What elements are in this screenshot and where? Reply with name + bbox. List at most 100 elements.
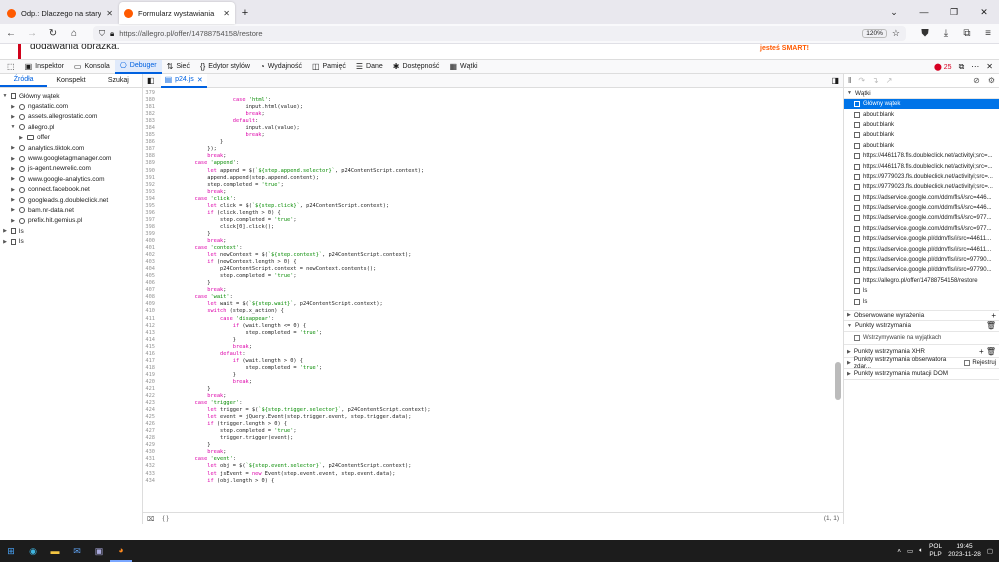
thread-item[interactable]: Główny wątek — [844, 99, 999, 110]
line-number[interactable]: 401 — [143, 245, 169, 252]
tree-item[interactable]: ▶ analytics.tiktok.com — [0, 143, 142, 153]
reload-icon[interactable]: ↻ — [46, 28, 60, 39]
collapsed-arrow-icon[interactable]: ▶ — [10, 114, 16, 120]
tree-item[interactable]: ▶ prefix.hit.gemius.pl — [0, 216, 142, 226]
tool-storage[interactable]: ☰ Dane — [351, 60, 388, 74]
code-line[interactable]: 409 let wait = $(`${step.wait}`, p24Cont… — [143, 301, 843, 308]
collapsed-arrow-icon[interactable]: ▶ — [2, 228, 8, 234]
thread-item[interactable]: https://9779023.fls.doubleclick.net/acti… — [844, 182, 999, 192]
code-line[interactable]: 419 } — [143, 372, 843, 379]
line-number[interactable]: 388 — [143, 153, 169, 160]
breakpoints-header[interactable]: ▼ Punkty wstrzymania 🗑︎ — [844, 321, 999, 332]
new-tab-button[interactable]: + — [236, 2, 254, 24]
line-number[interactable]: 387 — [143, 146, 169, 153]
line-number[interactable]: 403 — [143, 259, 169, 266]
step-over-icon[interactable]: ↷ — [858, 76, 865, 85]
maximize-icon[interactable]: ❐ — [939, 0, 969, 24]
thread-item[interactable]: https://4461178.fls.doubleclick.net/acti… — [844, 151, 999, 161]
tool-debugger[interactable]: ⎔ Debuger — [114, 59, 162, 74]
line-number[interactable]: 399 — [143, 231, 169, 238]
tree-item[interactable]: ▶ js-agent.newrelic.com — [0, 164, 142, 174]
line-number[interactable]: 418 — [143, 365, 169, 372]
expanded-arrow-icon[interactable]: ▼ — [10, 124, 16, 130]
code-line[interactable]: 386 } — [143, 139, 843, 146]
code-line[interactable]: 432 let obj = $(`${step.event.selector}`… — [143, 463, 843, 470]
menu-icon[interactable]: ≡ — [981, 28, 995, 39]
collapsed-arrow-icon[interactable]: ▶ — [10, 145, 16, 151]
tree-item[interactable]: ▶ connect.facebook.net — [0, 185, 142, 195]
code-line[interactable]: 429 } — [143, 442, 843, 449]
tool-console[interactable]: ▭ Konsola — [69, 60, 115, 74]
dom-breakpoints-header[interactable]: ▶ Punkty wstrzymania mutacji DOM — [844, 369, 999, 380]
code-line[interactable]: 392 step.completed = 'true'; — [143, 182, 843, 189]
tab-search[interactable]: Szukaj — [95, 74, 142, 87]
home-icon[interactable]: ⌂ — [67, 28, 81, 39]
code-line[interactable]: 422 break; — [143, 393, 843, 400]
collapsed-arrow-icon[interactable]: ▶ — [10, 176, 16, 182]
code-line[interactable]: 434 if (obj.length > 0) { — [143, 478, 843, 485]
tab-list-icon[interactable]: ⌄ — [879, 0, 909, 24]
line-number[interactable]: 379 — [143, 90, 169, 97]
code-line[interactable]: 411 case 'disappear': — [143, 316, 843, 323]
line-number[interactable]: 380 — [143, 97, 169, 104]
code-line[interactable]: 403 if (newContext.length > 0) { — [143, 259, 843, 266]
clock[interactable]: 19:45 2023-11-28 — [948, 543, 981, 559]
thread-item[interactable]: https://adservice.google.pl/ddm/fls/i/sr… — [844, 244, 999, 254]
pause-icon[interactable]: ‖ — [848, 76, 851, 85]
network-tray-icon[interactable]: ▭ — [907, 547, 913, 555]
url-text[interactable]: https://allegro.pl/offer/14788754158/res… — [119, 29, 857, 38]
collapsed-arrow-icon[interactable]: ▶ — [18, 135, 24, 141]
thread-item[interactable]: ls — [844, 286, 999, 296]
line-number[interactable]: 394 — [143, 196, 169, 203]
close-tab-icon[interactable]: ✕ — [106, 9, 113, 18]
line-number[interactable]: 415 — [143, 344, 169, 351]
code-line[interactable]: 416 default: — [143, 351, 843, 358]
language-indicator[interactable]: POL PLP — [929, 543, 942, 559]
pocket-icon[interactable]: ⛊ — [918, 28, 932, 39]
editor-scrollbar[interactable] — [835, 362, 841, 400]
code-line[interactable]: 424 let trigger = $(`${step.trigger.sele… — [143, 407, 843, 414]
line-number[interactable]: 414 — [143, 337, 169, 344]
thread-item[interactable]: https://adservice.google.pl/ddm/fls/i/sr… — [844, 255, 999, 265]
remove-breakpoints-icon[interactable]: 🗑︎ — [986, 321, 996, 330]
code-line[interactable]: 384 input.val(value); — [143, 125, 843, 132]
tray-chevron-icon[interactable]: ˄ — [897, 548, 901, 555]
code-line[interactable]: 410 switch (step.x_action) { — [143, 308, 843, 315]
pause-on-exceptions-checkbox[interactable] — [854, 334, 860, 341]
close-devtools-icon[interactable]: ✕ — [986, 62, 993, 71]
tool-performance[interactable]: ◔ Wydajność — [255, 60, 307, 74]
line-number[interactable]: 410 — [143, 308, 169, 315]
line-number[interactable]: 385 — [143, 132, 169, 139]
watch-expressions-header[interactable]: ▶ Obserwowane wyrażenia + — [844, 309, 999, 321]
code-line[interactable]: 430 break; — [143, 449, 843, 456]
code-line[interactable]: 433 let jsEvent = new Event(step.event.e… — [143, 471, 843, 478]
tree-item[interactable]: ▼ allegro.pl — [0, 122, 142, 132]
line-number[interactable]: 413 — [143, 330, 169, 337]
line-number[interactable]: 431 — [143, 456, 169, 463]
thread-item[interactable]: about:blank — [844, 130, 999, 140]
toggle-sidebar-icon[interactable]: ◨ — [831, 76, 839, 85]
browser-tab-0[interactable]: Odp.: Dlaczego na starym form ✕ — [2, 2, 118, 24]
code-line[interactable]: 423 case 'trigger': — [143, 400, 843, 407]
line-number[interactable]: 411 — [143, 316, 169, 323]
downloads-icon[interactable]: ⤓ — [939, 28, 953, 39]
line-number[interactable]: 398 — [143, 224, 169, 231]
code-line[interactable]: 400 break; — [143, 238, 843, 245]
line-number[interactable]: 397 — [143, 217, 169, 224]
line-number[interactable]: 429 — [143, 442, 169, 449]
code-line[interactable]: 405 step.completed = 'true'; — [143, 273, 843, 280]
line-number[interactable]: 422 — [143, 393, 169, 400]
event-breakpoints-header[interactable]: ▶ Punkty wstrzymania obserwatora zdar...… — [844, 356, 999, 370]
code-line[interactable]: 421 } — [143, 386, 843, 393]
thread-item[interactable]: https://allegro.pl/offer/14788754158/res… — [844, 276, 999, 286]
line-number[interactable]: 423 — [143, 400, 169, 407]
line-number[interactable]: 395 — [143, 203, 169, 210]
collapsed-arrow-icon[interactable]: ▶ — [10, 166, 16, 172]
line-number[interactable]: 406 — [143, 280, 169, 287]
code-line[interactable]: 399 } — [143, 231, 843, 238]
tree-item[interactable]: ▶ bam.nr-data.net — [0, 205, 142, 215]
dock-icon[interactable]: ⧉ — [959, 62, 965, 71]
tree-item[interactable]: ▶ ls — [0, 236, 142, 246]
tool-application[interactable]: ▦ Wątki — [444, 60, 482, 74]
line-number[interactable]: 421 — [143, 386, 169, 393]
